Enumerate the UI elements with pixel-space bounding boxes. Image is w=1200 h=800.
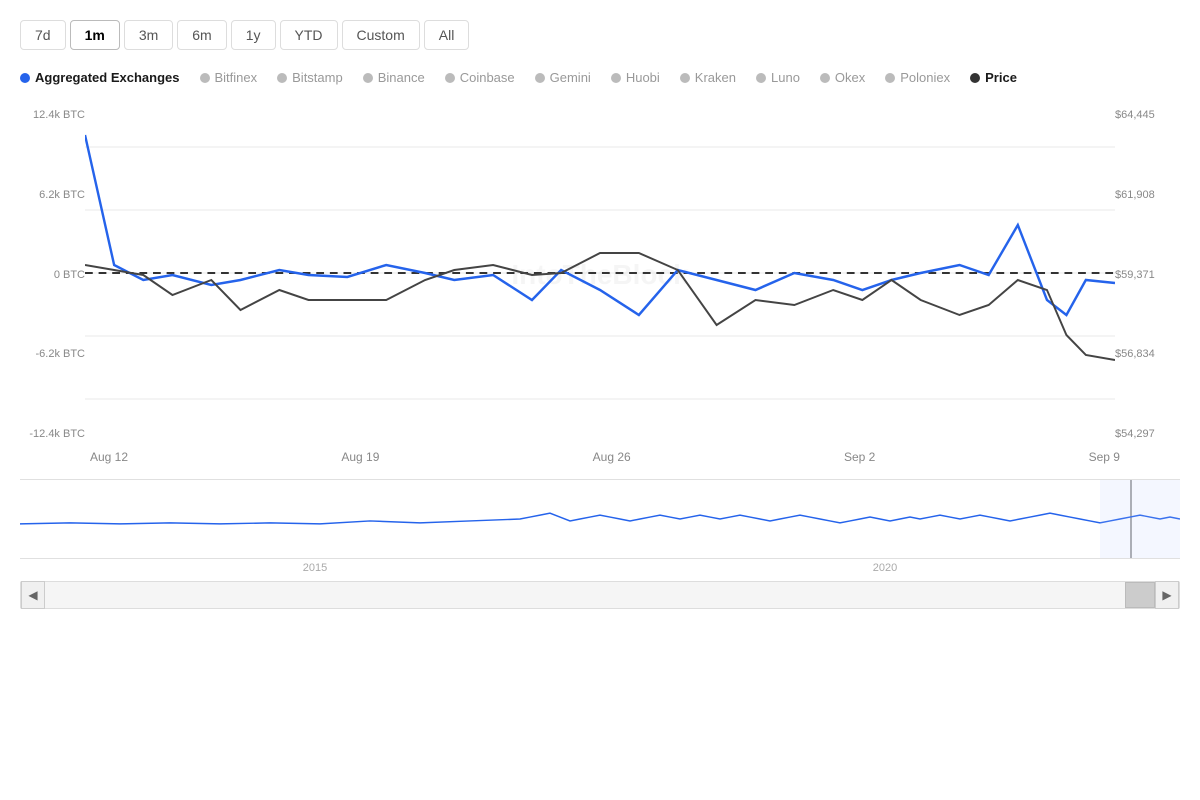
scroll-right-arrow[interactable]: ▶ [1155, 581, 1179, 609]
btn-6m[interactable]: 6m [177, 20, 226, 50]
legend-label-poloniex: Poloniex [900, 70, 950, 85]
legend-okex[interactable]: Okex [820, 70, 865, 85]
year-2020: 2020 [873, 562, 897, 574]
legend-label-kraken: Kraken [695, 70, 736, 85]
btn-1y[interactable]: 1y [231, 20, 276, 50]
legend-label-binance: Binance [378, 70, 425, 85]
mini-year-labels: 2015 2020 [20, 559, 1180, 577]
legend-dot-coinbase [445, 73, 455, 83]
legend-dot-huobi [611, 73, 621, 83]
btn-1m[interactable]: 1m [70, 20, 120, 50]
y-label-right-1: $61,908 [1115, 190, 1180, 201]
legend-price[interactable]: Price [970, 70, 1017, 85]
scroll-thumb[interactable] [1125, 582, 1155, 608]
btn-7d[interactable]: 7d [20, 20, 66, 50]
mini-chart-svg [20, 480, 1180, 558]
legend-kraken[interactable]: Kraken [680, 70, 736, 85]
time-period-selector: 7d 1m 3m 6m 1y YTD Custom All [20, 20, 1180, 50]
legend-aggregated[interactable]: Aggregated Exchanges [20, 70, 180, 85]
y-label-right-2: $59,371 [1115, 270, 1180, 281]
x-label-3: Sep 2 [844, 450, 875, 464]
chart-legend: Aggregated Exchanges Bitfinex Bitstamp B… [20, 70, 1180, 85]
legend-dot-binance [363, 73, 373, 83]
legend-dot-okex [820, 73, 830, 83]
y-label-left-1: 6.2k BTC [20, 190, 85, 201]
btn-all[interactable]: All [424, 20, 470, 50]
legend-gemini[interactable]: Gemini [535, 70, 591, 85]
legend-bitstamp[interactable]: Bitstamp [277, 70, 343, 85]
y-label-left-2: 0 BTC [20, 270, 85, 281]
scroll-left-arrow[interactable]: ◀ [21, 581, 45, 609]
y-label-right-4: $54,297 [1115, 429, 1180, 440]
x-label-2: Aug 26 [593, 450, 631, 464]
legend-dot-poloniex [885, 73, 895, 83]
legend-label-coinbase: Coinbase [460, 70, 515, 85]
btn-ytd[interactable]: YTD [280, 20, 338, 50]
legend-dot-bitfinex [200, 73, 210, 83]
btn-3m[interactable]: 3m [124, 20, 173, 50]
legend-dot-aggregated [20, 73, 30, 83]
y-axis-right: $64,445 $61,908 $59,371 $56,834 $54,297 [1115, 105, 1180, 445]
legend-label-okex: Okex [835, 70, 865, 85]
mini-chart[interactable] [20, 479, 1180, 559]
legend-label-bitfinex: Bitfinex [215, 70, 258, 85]
scroll-track[interactable] [45, 582, 1155, 608]
chart-svg [85, 105, 1115, 445]
legend-label-gemini: Gemini [550, 70, 591, 85]
main-chart-area: 12.4k BTC 6.2k BTC 0 BTC -6.2k BTC -12.4… [20, 105, 1180, 609]
legend-dot-bitstamp [277, 73, 287, 83]
legend-label-price: Price [985, 70, 1017, 85]
legend-dot-price [970, 73, 980, 83]
legend-dot-kraken [680, 73, 690, 83]
legend-label-bitstamp: Bitstamp [292, 70, 343, 85]
y-label-left-0: 12.4k BTC [20, 110, 85, 121]
legend-luno[interactable]: Luno [756, 70, 800, 85]
y-label-right-0: $64,445 [1115, 110, 1180, 121]
legend-huobi[interactable]: Huobi [611, 70, 660, 85]
year-2015: 2015 [303, 562, 327, 574]
x-axis: Aug 12 Aug 19 Aug 26 Sep 2 Sep 9 [20, 445, 1180, 469]
y-axis-left: 12.4k BTC 6.2k BTC 0 BTC -6.2k BTC -12.4… [20, 105, 85, 445]
btn-custom[interactable]: Custom [342, 20, 420, 50]
legend-coinbase[interactable]: Coinbase [445, 70, 515, 85]
x-label-0: Aug 12 [90, 450, 128, 464]
scrollbar[interactable]: ◀ ▶ [20, 581, 1180, 609]
y-label-right-3: $56,834 [1115, 349, 1180, 360]
y-label-left-4: -12.4k BTC [20, 429, 85, 440]
legend-bitfinex[interactable]: Bitfinex [200, 70, 258, 85]
legend-dot-gemini [535, 73, 545, 83]
legend-label-aggregated: Aggregated Exchanges [35, 70, 180, 85]
x-label-4: Sep 9 [1089, 450, 1120, 464]
legend-label-luno: Luno [771, 70, 800, 85]
legend-dot-luno [756, 73, 766, 83]
x-label-1: Aug 19 [341, 450, 379, 464]
legend-binance[interactable]: Binance [363, 70, 425, 85]
main-chart[interactable]: 12.4k BTC 6.2k BTC 0 BTC -6.2k BTC -12.4… [20, 105, 1180, 445]
legend-poloniex[interactable]: Poloniex [885, 70, 950, 85]
y-label-left-3: -6.2k BTC [20, 349, 85, 360]
legend-label-huobi: Huobi [626, 70, 660, 85]
